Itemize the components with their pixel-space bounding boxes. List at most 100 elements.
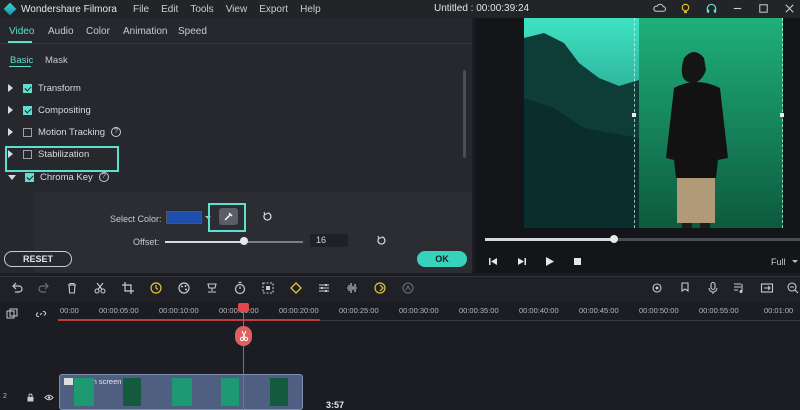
cloud-icon[interactable] — [653, 2, 666, 15]
ai-button[interactable] — [401, 281, 415, 295]
tab-audio[interactable]: Audio — [48, 26, 74, 37]
clip-thumbnail — [123, 378, 141, 406]
delete-button[interactable] — [65, 281, 79, 295]
fit-frame-button[interactable] — [261, 281, 275, 295]
pip-button[interactable] — [760, 281, 774, 295]
clip-thumbnail — [221, 378, 239, 406]
ruler-label: 00:00 — [60, 306, 79, 315]
step-back-icon — [489, 258, 497, 265]
offset-slider-knob[interactable] — [239, 237, 248, 245]
audio-mixer-button[interactable] — [345, 281, 359, 295]
offset-input[interactable]: 16 — [310, 234, 348, 247]
ai-icon — [402, 282, 414, 294]
crop-button[interactable] — [121, 281, 135, 295]
play-icon — [546, 257, 554, 266]
eyedropper-icon — [224, 212, 233, 221]
split-button[interactable] — [93, 281, 107, 295]
music-list-icon — [734, 283, 743, 293]
undo-button[interactable] — [10, 281, 24, 295]
zoom-select[interactable]: Full — [771, 257, 786, 267]
tab-animation[interactable]: Animation — [123, 26, 167, 37]
ruler-label: 00:00:25:00 — [339, 306, 379, 315]
color-button[interactable] — [177, 281, 191, 295]
track-lock-button[interactable] — [26, 393, 35, 405]
tab-speed[interactable]: Speed — [178, 26, 207, 37]
marker-button[interactable] — [678, 281, 692, 295]
zoom-out-button[interactable] — [786, 281, 800, 295]
step-back-button[interactable] — [488, 256, 499, 270]
sliders-icon — [319, 284, 329, 292]
step-forward-button[interactable] — [516, 256, 527, 270]
redo-button[interactable] — [37, 281, 51, 295]
minimize-icon[interactable] — [731, 2, 744, 15]
timer-icon — [234, 281, 246, 295]
ruler-label: 00:00:35:00 — [459, 306, 499, 315]
expand-caret-icon[interactable] — [8, 128, 13, 136]
property-compositing[interactable]: Compositing — [0, 101, 91, 119]
track-visibility-button[interactable] — [44, 393, 54, 405]
property-chroma-key[interactable]: Chroma Key ? — [0, 168, 109, 186]
keyframe-button[interactable] — [289, 281, 303, 295]
compositing-checkbox[interactable] — [23, 105, 32, 115]
play-button[interactable] — [544, 256, 555, 270]
menu-help[interactable]: Help — [300, 4, 321, 15]
help-icon[interactable]: ? — [111, 127, 122, 137]
expand-caret-icon[interactable] — [8, 106, 13, 114]
reset-icon — [263, 211, 272, 221]
lightbulb-icon[interactable] — [679, 2, 692, 15]
transform-checkbox[interactable] — [23, 83, 32, 93]
menu-edit[interactable]: Edit — [161, 4, 178, 15]
speed-button[interactable] — [149, 281, 163, 295]
motion-tracking-checkbox[interactable] — [23, 127, 32, 137]
link-icon — [35, 310, 47, 318]
color-swatch[interactable] — [166, 211, 202, 224]
maximize-icon[interactable] — [757, 2, 770, 15]
adjust-button[interactable] — [317, 281, 331, 295]
playhead-split-button[interactable] — [235, 326, 252, 346]
property-transform[interactable]: Transform — [0, 79, 81, 97]
property-label: Compositing — [38, 104, 91, 116]
link-button[interactable] — [35, 308, 47, 323]
render-button[interactable] — [650, 281, 664, 295]
close-icon[interactable] — [783, 2, 796, 15]
subtab-mask[interactable]: Mask — [45, 55, 68, 66]
menu-export[interactable]: Export — [259, 4, 288, 15]
expand-caret-icon[interactable] — [8, 84, 13, 92]
eyedropper-button[interactable] — [219, 208, 238, 225]
voiceover-button[interactable] — [706, 281, 720, 295]
crop-guide-right — [782, 18, 783, 228]
add-track-button[interactable] — [6, 308, 18, 323]
playhead-handle[interactable] — [238, 303, 249, 312]
stabilize-button[interactable] — [205, 281, 219, 295]
ruler-label: 00:00:20:00 — [279, 306, 319, 315]
audio-edit-button[interactable] — [732, 281, 746, 295]
crop-handle[interactable] — [780, 113, 784, 117]
chroma-key-checkbox[interactable] — [25, 172, 34, 182]
headset-icon[interactable] — [705, 2, 718, 15]
chevron-down-icon[interactable] — [792, 260, 798, 263]
help-icon[interactable]: ? — [98, 172, 109, 182]
chroma-key-settings — [34, 192, 472, 273]
ok-button[interactable]: OK — [417, 251, 467, 267]
playhead[interactable] — [243, 306, 244, 410]
stop-button[interactable] — [572, 256, 583, 270]
subtab-basic[interactable]: Basic — [10, 55, 33, 66]
property-motion-tracking[interactable]: Motion Tracking ? — [0, 123, 122, 141]
reset-button[interactable]: RESET — [4, 251, 72, 267]
properties-scrollbar[interactable] — [463, 70, 466, 158]
tab-color[interactable]: Color — [86, 26, 110, 37]
duration-button[interactable] — [233, 281, 247, 295]
menu-view[interactable]: View — [226, 4, 248, 15]
ruler-label: 00:00:50:00 — [639, 306, 679, 315]
reset-offset-button[interactable] — [376, 235, 387, 249]
tab-video[interactable]: Video — [9, 26, 34, 37]
menu-file[interactable]: File — [133, 4, 149, 15]
crop-handle[interactable] — [632, 113, 636, 117]
clip-thumbnail — [172, 378, 192, 406]
ruler-label: 00:00:45:00 — [579, 306, 619, 315]
render-bar — [58, 319, 320, 321]
collapse-caret-icon[interactable] — [8, 174, 16, 180]
reset-color-button[interactable] — [262, 211, 273, 225]
green-screen-button[interactable] — [373, 281, 387, 295]
menu-tools[interactable]: Tools — [190, 4, 213, 15]
